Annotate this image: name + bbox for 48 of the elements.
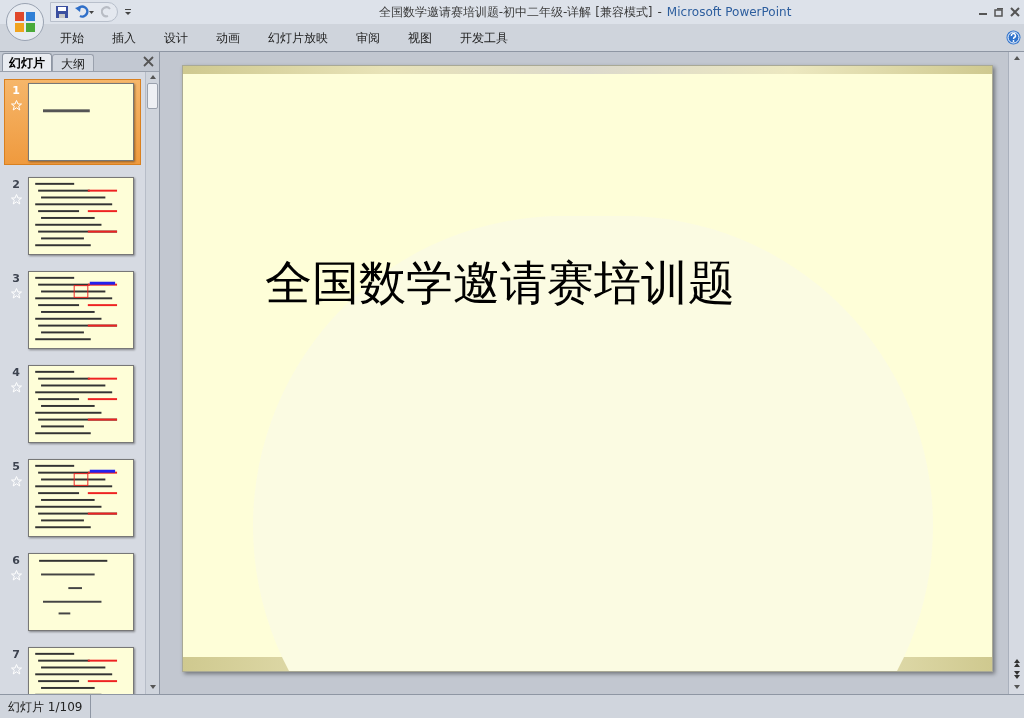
save-icon[interactable]: [55, 5, 69, 19]
previous-slide-icon[interactable]: [1011, 658, 1022, 668]
ribbon-tab[interactable]: 设计: [152, 26, 200, 49]
slide-thumbnail-row[interactable]: 7: [4, 643, 141, 694]
star-icon: [10, 287, 22, 299]
slide-number: 7: [12, 647, 20, 663]
slide-thumbnail-row[interactable]: 5: [4, 455, 141, 541]
ribbon-tab[interactable]: 动画: [204, 26, 252, 49]
star-icon: [10, 381, 22, 393]
pane-tab[interactable]: 大纲: [52, 54, 94, 71]
slide-number: 5: [12, 459, 20, 475]
star-icon: [10, 663, 22, 675]
slide-thumbnail-row[interactable]: 2: [4, 173, 141, 259]
undo-icon[interactable]: [75, 5, 95, 19]
next-slide-icon[interactable]: [1011, 670, 1022, 680]
customize-toolbar-icon[interactable]: [124, 8, 132, 16]
document-title: 全国数学邀请赛培训题-初中二年级-详解 [兼容模式]: [378, 4, 653, 21]
office-button[interactable]: [6, 3, 44, 41]
star-icon: [10, 569, 22, 581]
slide-thumbnail-row[interactable]: 6: [4, 549, 141, 635]
slide-number: 4: [12, 365, 20, 381]
title-separator: -: [657, 4, 662, 21]
slide-number: 3: [12, 271, 20, 287]
close-pane-icon[interactable]: [143, 56, 154, 67]
help-icon[interactable]: [1006, 30, 1021, 45]
ribbon-tab[interactable]: 幻灯片放映: [256, 26, 340, 49]
application-name: Microsoft PowerPoint: [666, 4, 792, 21]
slide-thumbnail-row[interactable]: 3: [4, 267, 141, 353]
star-icon: [10, 475, 22, 487]
ribbon-tab[interactable]: 插入: [100, 26, 148, 49]
ribbon-tab[interactable]: 审阅: [344, 26, 392, 49]
restore-icon[interactable]: [994, 7, 1004, 17]
slide-title[interactable]: 全国数学邀请赛培训题: [265, 248, 735, 319]
scrollbar[interactable]: [145, 72, 159, 694]
ribbon-tab[interactable]: 开始: [48, 26, 96, 49]
slide-thumbnail-row[interactable]: 4: [4, 361, 141, 447]
ribbon-tab[interactable]: 开发工具: [448, 26, 520, 49]
scroll-thumb[interactable]: [147, 83, 158, 109]
office-logo-icon: [14, 11, 36, 33]
star-icon: [10, 99, 22, 111]
pane-tab[interactable]: 幻灯片: [2, 53, 52, 71]
slide-number: 6: [12, 553, 20, 569]
ribbon-tab[interactable]: 视图: [396, 26, 444, 49]
slide-counter: 幻灯片 1/109: [0, 695, 92, 718]
close-icon[interactable]: [1010, 7, 1020, 17]
slide-number: 2: [12, 177, 20, 193]
star-icon: [10, 193, 22, 205]
slide-number: 1: [12, 83, 20, 99]
